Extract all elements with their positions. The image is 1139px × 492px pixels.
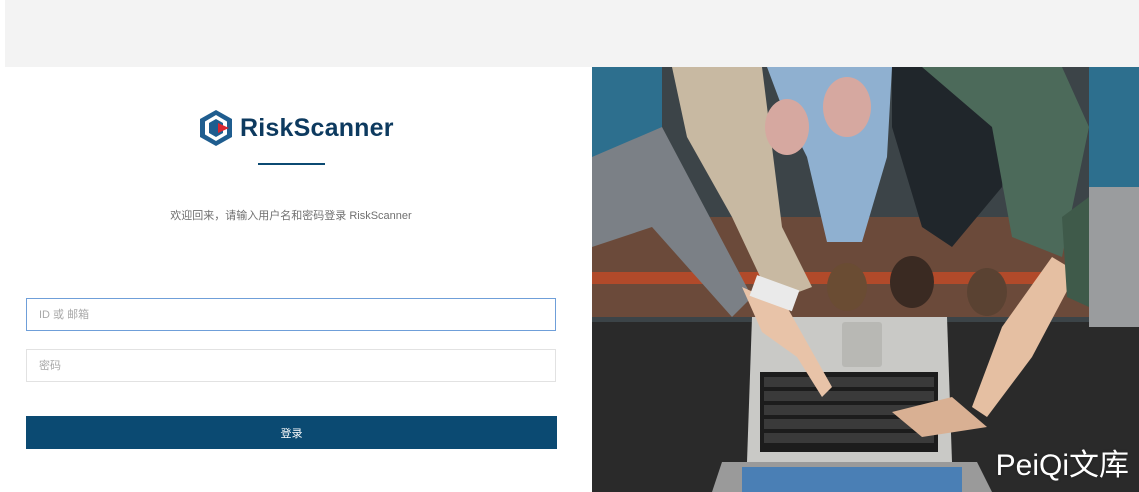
login-button[interactable]: 登录	[26, 416, 557, 449]
login-panel: RiskScanner 欢迎回来，请输入用户名和密码登录 RiskScanner…	[5, 67, 592, 492]
logo-divider	[258, 163, 325, 165]
hero-photo-illustration	[592, 67, 1139, 492]
brand-name: RiskScanner	[240, 113, 394, 142]
watermark-text: PeiQi文库	[995, 449, 1129, 482]
top-header-bar	[5, 0, 1139, 67]
brand-logo: RiskScanner	[198, 107, 394, 149]
shield-logo-icon	[198, 109, 234, 147]
hero-photo: PeiQi文库	[592, 67, 1139, 492]
welcome-message: 欢迎回来，请输入用户名和密码登录 RiskScanner	[170, 210, 412, 222]
username-input[interactable]	[26, 298, 556, 331]
password-input[interactable]	[26, 349, 556, 382]
